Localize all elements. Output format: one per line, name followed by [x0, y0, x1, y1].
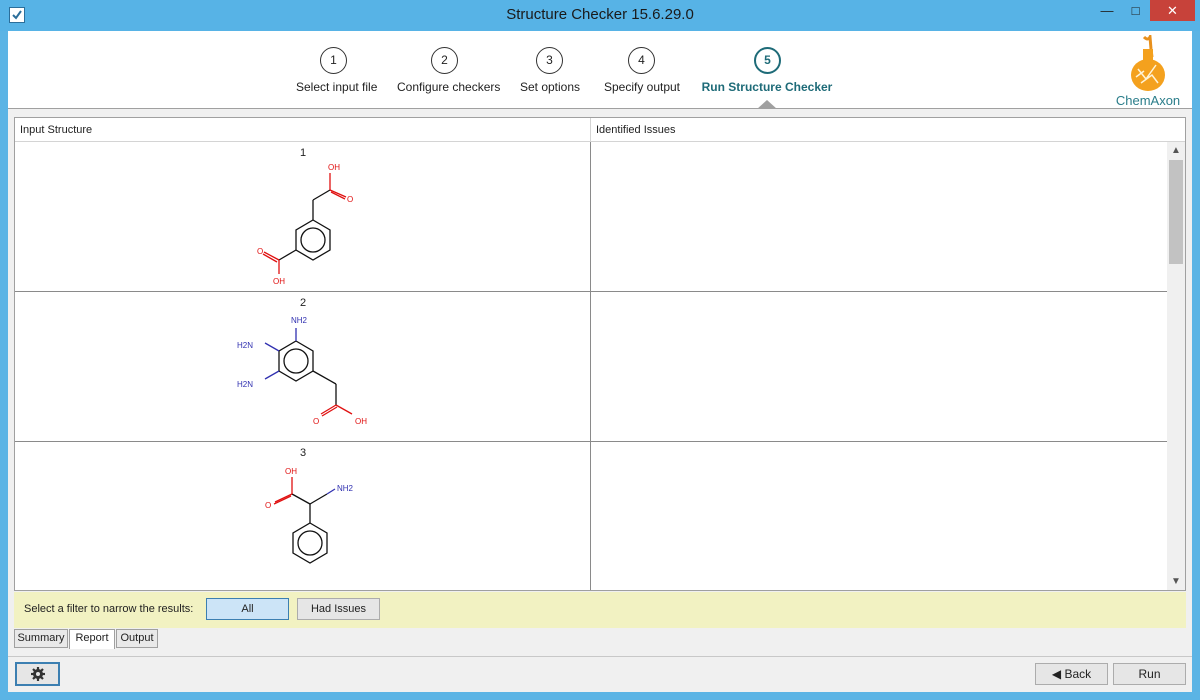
scroll-thumb[interactable] — [1169, 160, 1183, 264]
scroll-up-arrow-icon[interactable]: ▲ — [1167, 142, 1185, 159]
filter-had-issues-button[interactable]: Had Issues — [297, 598, 380, 620]
back-arrow-icon: ◀ — [1051, 667, 1065, 681]
atom-label: NH2 — [291, 316, 308, 325]
step-label: Run Structure Checker — [701, 80, 833, 94]
step-label: Configure checkers — [397, 80, 501, 94]
footer-divider — [8, 656, 1192, 657]
step-label: Set options — [519, 80, 581, 94]
client-area: 1 Select input file 2 Configure checkers… — [8, 31, 1192, 692]
molecule-structure-1: OH O O OH — [257, 163, 353, 286]
title-bar: Structure Checker 15.6.29.0 — □ ✕ — [0, 0, 1200, 31]
maximize-button[interactable]: □ — [1122, 0, 1149, 21]
step-label: Specify output — [603, 80, 681, 94]
table-row[interactable]: 3 OH O NH2 — [15, 442, 1167, 590]
scroll-down-arrow-icon[interactable]: ▼ — [1167, 573, 1185, 590]
structure-cell: 3 OH O NH2 — [15, 442, 591, 590]
filter-label: Select a filter to narrow the results: — [24, 603, 194, 615]
table-header: Input Structure Identified Issues — [15, 118, 1185, 142]
vertical-scrollbar[interactable]: ▲ ▼ — [1167, 142, 1185, 590]
app-window: Structure Checker 15.6.29.0 — □ ✕ 1 Sele… — [0, 0, 1200, 700]
close-button[interactable]: ✕ — [1150, 0, 1195, 21]
run-button[interactable]: Run — [1113, 663, 1186, 685]
minimize-button[interactable]: — — [1092, 0, 1122, 21]
chemaxon-logo: ChemAxon — [1108, 31, 1188, 108]
wizard-step-5[interactable]: 5 Run Structure Checker — [700, 31, 834, 109]
wizard-step-2[interactable]: 2 Configure checkers — [397, 31, 501, 109]
gear-icon — [30, 667, 45, 681]
atom-label: O — [347, 195, 353, 204]
active-step-pointer — [757, 100, 777, 109]
structure-cell: 2 NH2 H2N H2N O OH — [15, 292, 591, 442]
atom-label: OH — [355, 417, 367, 426]
table-row[interactable]: 1 OH O O OH — [15, 142, 1167, 292]
atom-label: H2N — [237, 341, 253, 350]
filter-bar: Select a filter to narrow the results: A… — [14, 592, 1186, 628]
settings-button[interactable] — [15, 662, 60, 686]
molecule-structure-2: NH2 H2N H2N O OH — [237, 316, 367, 426]
wizard-step-3[interactable]: 3 Set options — [515, 31, 585, 109]
tab-output[interactable]: Output — [116, 629, 158, 648]
step-number: 3 — [536, 47, 563, 74]
atom-label: NH2 — [337, 484, 354, 493]
step-label: Select input file — [296, 80, 378, 94]
issues-cell — [591, 292, 1167, 442]
logo-text: ChemAxon — [1115, 93, 1181, 108]
wizard-step-4[interactable]: 4 Specify output — [603, 31, 681, 109]
back-button-label: Back — [1064, 667, 1092, 681]
wizard-steps: 1 Select input file 2 Configure checkers… — [8, 31, 1192, 109]
column-header-input-structure[interactable]: Input Structure — [15, 118, 591, 142]
atom-label: O — [265, 501, 271, 510]
step-number: 2 — [431, 47, 458, 74]
report-table: Input Structure Identified Issues 1 OH O… — [14, 117, 1186, 591]
table-row[interactable]: 2 NH2 H2N H2N O OH — [15, 292, 1167, 442]
atom-label: OH — [273, 277, 285, 286]
flask-logo-icon — [1131, 31, 1165, 91]
filter-all-button[interactable]: All — [206, 598, 289, 620]
step-number: 4 — [628, 47, 655, 74]
wizard-step-1[interactable]: 1 Select input file — [296, 31, 378, 109]
step-number: 1 — [320, 47, 347, 74]
atom-label: H2N — [237, 380, 253, 389]
window-title: Structure Checker 15.6.29.0 — [506, 6, 694, 23]
atom-label: O — [257, 247, 263, 256]
back-button[interactable]: ◀ Back — [1035, 663, 1108, 685]
atom-label: OH — [285, 467, 297, 476]
molecule-structure-3: OH O NH2 — [265, 467, 354, 564]
atom-label: O — [313, 417, 319, 426]
atom-label: OH — [328, 163, 340, 172]
step-number: 5 — [754, 47, 781, 74]
tab-summary[interactable]: Summary — [14, 629, 68, 648]
issues-cell — [591, 442, 1167, 590]
tab-report[interactable]: Report — [69, 629, 115, 649]
structure-cell: 1 OH O O OH — [15, 142, 591, 292]
column-header-identified-issues[interactable]: Identified Issues — [591, 118, 1185, 142]
issues-cell — [591, 142, 1167, 292]
